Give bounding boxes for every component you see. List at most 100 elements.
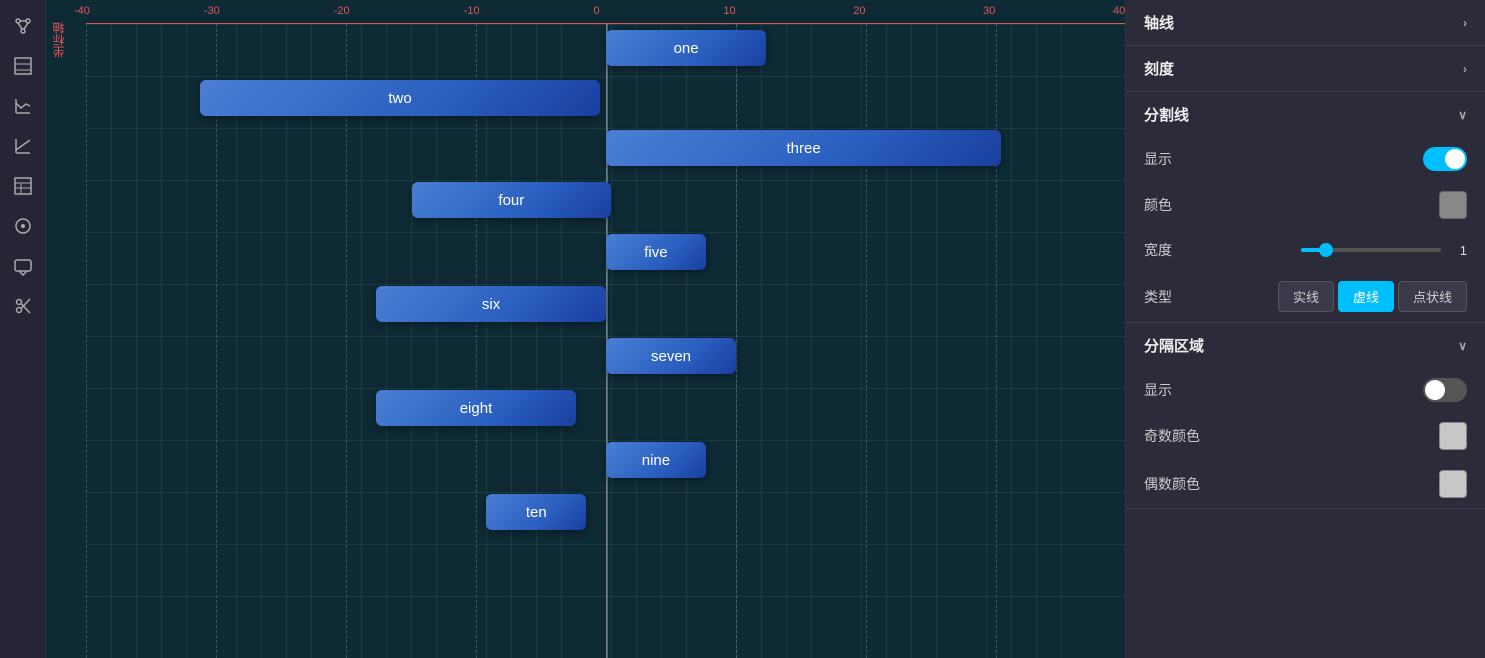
vgrid-minor xyxy=(986,24,987,658)
bar-two[interactable]: two xyxy=(200,80,599,116)
ruler: -40-30-20-10010203040 xyxy=(86,0,1125,24)
vgrid-line xyxy=(866,24,867,658)
section-axis: 轴线 › xyxy=(1126,0,1485,46)
vgrid-minor xyxy=(1011,24,1012,658)
ruler-tick: -30 xyxy=(204,0,220,22)
divider-width-track[interactable] xyxy=(1301,248,1441,252)
ruler-tick: -40 xyxy=(74,0,90,22)
vgrid-minor xyxy=(811,24,812,658)
ruler-tick: 0 xyxy=(594,0,600,22)
vgrid-minor xyxy=(786,24,787,658)
trend-icon[interactable] xyxy=(5,128,41,164)
type-dotted-btn[interactable]: 点状线 xyxy=(1398,281,1467,312)
band-even-color-row: 偶数颜色 xyxy=(1126,460,1485,508)
hgrid-line xyxy=(86,596,1125,597)
band-show-toggle[interactable] xyxy=(1423,378,1467,402)
vgrid-minor xyxy=(111,24,112,658)
vgrid-minor xyxy=(561,24,562,658)
hgrid-line xyxy=(86,388,1125,389)
bar-nine[interactable]: nine xyxy=(606,442,706,478)
divider-color-swatch[interactable] xyxy=(1439,191,1467,219)
band-even-color-swatch[interactable] xyxy=(1439,470,1467,498)
vgrid-minor xyxy=(511,24,512,658)
band-odd-color-swatch[interactable] xyxy=(1439,422,1467,450)
band-show-row: 显示 xyxy=(1126,368,1485,412)
vgrid-minor xyxy=(261,24,262,658)
hgrid-line xyxy=(86,492,1125,493)
divider-color-row: 颜色 xyxy=(1126,181,1485,229)
vgrid-minor xyxy=(361,24,362,658)
section-scale: 刻度 › xyxy=(1126,46,1485,92)
vgrid-minor xyxy=(311,24,312,658)
vgrid-line xyxy=(476,24,477,658)
divider-width-row: 宽度 1 xyxy=(1126,229,1485,271)
bar-ten[interactable]: ten xyxy=(486,494,586,530)
band-odd-color-label: 奇数颜色 xyxy=(1144,426,1200,446)
section-axis-label: 轴线 xyxy=(1144,12,1174,33)
bar-three[interactable]: three xyxy=(606,130,1001,166)
type-dashed-btn[interactable]: 虚线 xyxy=(1338,281,1394,312)
divider-width-label: 宽度 xyxy=(1144,240,1172,260)
ruler-tick: 20 xyxy=(853,0,865,22)
vgrid-minor xyxy=(486,24,487,658)
hgrid-line xyxy=(86,284,1125,285)
section-axis-header[interactable]: 轴线 › xyxy=(1126,0,1485,45)
divider-type-buttons: 实线 虚线 点状线 xyxy=(1278,281,1467,312)
table-icon[interactable] xyxy=(5,168,41,204)
vgrid-minor xyxy=(736,24,737,658)
divider-color-label: 颜色 xyxy=(1144,195,1172,215)
hgrid-line xyxy=(86,24,1125,25)
hgrid-line xyxy=(86,232,1125,233)
vgrid-minor xyxy=(136,24,137,658)
vgrid-minor xyxy=(936,24,937,658)
axis-corner-icon[interactable] xyxy=(5,88,41,124)
vgrid-minor xyxy=(236,24,237,658)
hgrid-line xyxy=(86,180,1125,181)
chevron-divider-icon: ∨ xyxy=(1458,108,1467,122)
divider-show-toggle[interactable] xyxy=(1423,147,1467,171)
section-band-label: 分隔区域 xyxy=(1144,335,1204,356)
section-divider-label: 分割线 xyxy=(1144,104,1189,125)
axis-label: 坐标轴 xyxy=(50,22,67,58)
vgrid-minor xyxy=(861,24,862,658)
nodes-icon[interactable] xyxy=(5,8,41,44)
comment-icon[interactable] xyxy=(5,248,41,284)
section-scale-header[interactable]: 刻度 › xyxy=(1126,46,1485,91)
scissors-icon[interactable] xyxy=(5,288,41,324)
vgrid-minor xyxy=(911,24,912,658)
ruler-tick: -20 xyxy=(334,0,350,22)
right-panel: 轴线 › 刻度 › 分割线 ∨ 显示 颜色 宽度 xyxy=(1126,0,1485,658)
section-scale-label: 刻度 xyxy=(1144,58,1174,79)
ruler-tick: 40 xyxy=(1113,0,1125,22)
section-divider-header[interactable]: 分割线 ∨ xyxy=(1126,92,1485,137)
hatch-icon[interactable] xyxy=(5,48,41,84)
vgrid-minor xyxy=(436,24,437,658)
chevron-band-icon: ∨ xyxy=(1458,339,1467,353)
bar-eight[interactable]: eight xyxy=(376,390,576,426)
vgrid-minor xyxy=(386,24,387,658)
divider-show-label: 显示 xyxy=(1144,149,1172,169)
bar-four[interactable]: four xyxy=(412,182,612,218)
bar-five[interactable]: five xyxy=(606,234,706,270)
divider-type-label: 类型 xyxy=(1144,287,1172,307)
vgrid-minor xyxy=(411,24,412,658)
hgrid-line xyxy=(86,128,1125,129)
bar-seven[interactable]: seven xyxy=(606,338,736,374)
band-odd-color-row: 奇数颜色 xyxy=(1126,412,1485,460)
hgrid-line xyxy=(86,76,1125,77)
chevron-scale-icon: › xyxy=(1463,62,1467,76)
vgrid-minor xyxy=(536,24,537,658)
type-solid-btn[interactable]: 实线 xyxy=(1278,281,1334,312)
ruler-tick: 30 xyxy=(983,0,995,22)
hgrid-line xyxy=(86,440,1125,441)
vgrid-line xyxy=(86,24,87,658)
bar-six[interactable]: six xyxy=(376,286,606,322)
chart-area: 坐标轴 -40-30-20-10010203040 onetwothreefou… xyxy=(46,0,1126,658)
section-divider: 分割线 ∨ 显示 颜色 宽度 1 xyxy=(1126,92,1485,323)
vgrid-line xyxy=(216,24,217,658)
circle-dot-icon[interactable] xyxy=(5,208,41,244)
bar-one[interactable]: one xyxy=(606,30,766,66)
vgrid-minor xyxy=(186,24,187,658)
section-band-header[interactable]: 分隔区域 ∨ xyxy=(1126,323,1485,368)
band-even-color-label: 偶数颜色 xyxy=(1144,474,1200,494)
